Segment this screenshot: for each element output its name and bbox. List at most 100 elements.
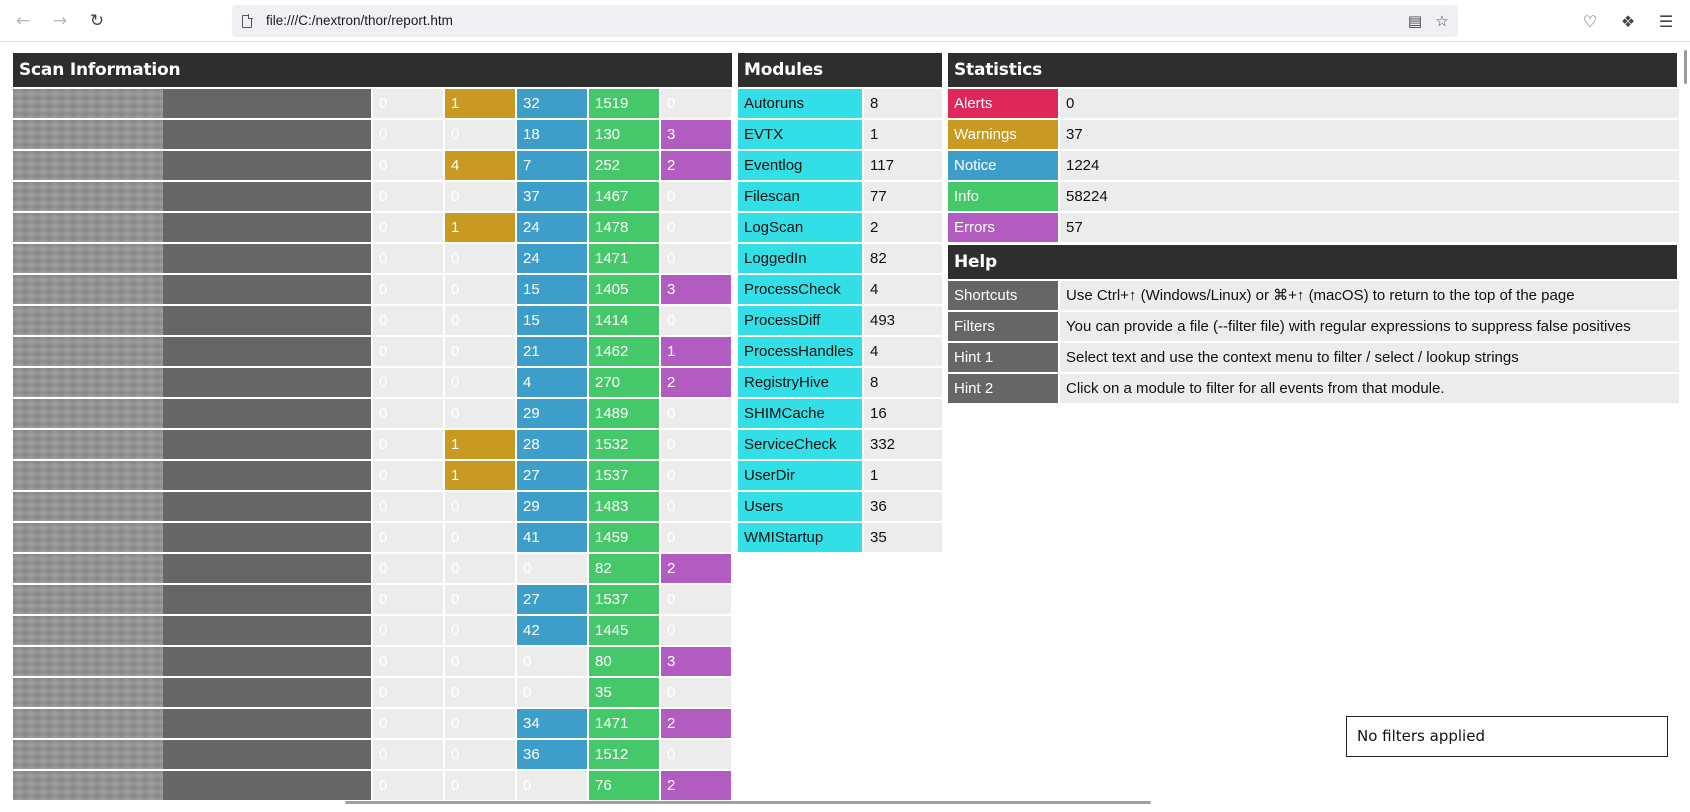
module-row[interactable]: Filescan 77 — [738, 182, 942, 211]
scan-warnings-count[interactable]: 0 — [445, 678, 515, 707]
reader-view-icon[interactable]: ▤ — [1404, 11, 1426, 31]
scan-row[interactable]: 0 0 34 1471 2 — [13, 709, 731, 738]
host-name-redacted[interactable] — [13, 368, 371, 397]
scan-infos-count[interactable]: 1405 — [589, 275, 659, 304]
hamburger-menu-icon[interactable]: ☰ — [1653, 9, 1679, 33]
scan-alerts-count[interactable]: 0 — [373, 89, 443, 118]
scan-notices-count[interactable]: 0 — [517, 771, 587, 800]
module-name[interactable]: WMIStartup — [738, 523, 862, 552]
scan-notices-count[interactable]: 28 — [517, 430, 587, 459]
host-name-redacted[interactable] — [13, 213, 371, 242]
scan-errors-count[interactable]: 0 — [661, 182, 731, 211]
scan-notices-count[interactable]: 27 — [517, 461, 587, 490]
scan-infos-count[interactable]: 1471 — [589, 244, 659, 273]
pocket-icon[interactable]: ♡ — [1577, 9, 1603, 33]
host-name-redacted[interactable] — [13, 616, 371, 645]
module-row[interactable]: LogScan 2 — [738, 213, 942, 242]
scan-row[interactable]: 0 0 18 130 3 — [13, 120, 731, 149]
scan-alerts-count[interactable]: 0 — [373, 740, 443, 769]
scan-errors-count[interactable]: 0 — [661, 616, 731, 645]
scan-row[interactable]: 0 0 37 1467 0 — [13, 182, 731, 211]
scan-warnings-count[interactable]: 0 — [445, 120, 515, 149]
module-row[interactable]: ProcessHandles 4 — [738, 337, 942, 366]
scan-notices-count[interactable]: 36 — [517, 740, 587, 769]
scan-errors-count[interactable]: 2 — [661, 151, 731, 180]
host-name-redacted[interactable] — [13, 151, 371, 180]
module-name[interactable]: SHIMCache — [738, 399, 862, 428]
module-row[interactable]: ProcessCheck 4 — [738, 275, 942, 304]
scan-row[interactable]: 0 0 0 80 3 — [13, 647, 731, 676]
scan-warnings-count[interactable]: 0 — [445, 709, 515, 738]
scan-warnings-count[interactable]: 0 — [445, 554, 515, 583]
scan-errors-count[interactable]: 0 — [661, 523, 731, 552]
host-name-redacted[interactable] — [13, 337, 371, 366]
module-name[interactable]: Autoruns — [738, 89, 862, 118]
module-row[interactable]: Users 36 — [738, 492, 942, 521]
scan-row[interactable]: 0 4 7 252 2 — [13, 151, 731, 180]
star-icon[interactable]: ☆ — [1431, 11, 1453, 31]
host-name-redacted[interactable] — [13, 678, 371, 707]
scan-infos-count[interactable]: 80 — [589, 647, 659, 676]
scan-warnings-count[interactable]: 0 — [445, 182, 515, 211]
host-name-redacted[interactable] — [13, 244, 371, 273]
vertical-scrollbar[interactable] — [1684, 50, 1687, 84]
scan-row[interactable]: 0 0 0 76 2 — [13, 771, 731, 800]
host-name-redacted[interactable] — [13, 709, 371, 738]
scan-alerts-count[interactable]: 0 — [373, 275, 443, 304]
module-row[interactable]: UserDir 1 — [738, 461, 942, 490]
scan-row[interactable]: 0 0 27 1537 0 — [13, 585, 731, 614]
scan-infos-count[interactable]: 1467 — [589, 182, 659, 211]
scan-notices-count[interactable]: 7 — [517, 151, 587, 180]
scan-infos-count[interactable]: 1519 — [589, 89, 659, 118]
scan-infos-count[interactable]: 1537 — [589, 461, 659, 490]
scan-row[interactable]: 0 1 32 1519 0 — [13, 89, 731, 118]
scan-warnings-count[interactable]: 0 — [445, 740, 515, 769]
scan-notices-count[interactable]: 42 — [517, 616, 587, 645]
scan-warnings-count[interactable]: 0 — [445, 585, 515, 614]
scan-row[interactable]: 0 0 41 1459 0 — [13, 523, 731, 552]
scan-errors-count[interactable]: 3 — [661, 120, 731, 149]
host-name-redacted[interactable] — [13, 182, 371, 211]
scan-errors-count[interactable]: 0 — [661, 306, 731, 335]
scan-notices-count[interactable]: 24 — [517, 213, 587, 242]
scan-infos-count[interactable]: 1483 — [589, 492, 659, 521]
module-name[interactable]: Users — [738, 492, 862, 521]
scan-row[interactable]: 0 0 4 270 2 — [13, 368, 731, 397]
scan-notices-count[interactable]: 0 — [517, 647, 587, 676]
scan-warnings-count[interactable]: 0 — [445, 399, 515, 428]
scan-errors-count[interactable]: 3 — [661, 275, 731, 304]
url-text[interactable]: file:///C:/nextron/thor/report.htm — [266, 5, 453, 37]
scan-row[interactable]: 0 0 15 1405 3 — [13, 275, 731, 304]
scan-row[interactable]: 0 0 0 35 0 — [13, 678, 731, 707]
scan-row[interactable]: 0 0 42 1445 0 — [13, 616, 731, 645]
scan-infos-count[interactable]: 1414 — [589, 306, 659, 335]
module-row[interactable]: WMIStartup 35 — [738, 523, 942, 552]
scan-infos-count[interactable]: 35 — [589, 678, 659, 707]
scan-notices-count[interactable]: 21 — [517, 337, 587, 366]
scan-notices-count[interactable]: 15 — [517, 306, 587, 335]
scan-alerts-count[interactable]: 0 — [373, 771, 443, 800]
scan-errors-count[interactable]: 2 — [661, 554, 731, 583]
host-name-redacted[interactable] — [13, 430, 371, 459]
scan-row[interactable]: 0 0 24 1471 0 — [13, 244, 731, 273]
host-name-redacted[interactable] — [13, 306, 371, 335]
host-name-redacted[interactable] — [13, 585, 371, 614]
scan-notices-count[interactable]: 15 — [517, 275, 587, 304]
scan-warnings-count[interactable]: 0 — [445, 368, 515, 397]
scan-warnings-count[interactable]: 1 — [445, 430, 515, 459]
scan-infos-count[interactable]: 82 — [589, 554, 659, 583]
scan-errors-count[interactable]: 0 — [661, 678, 731, 707]
host-name-redacted[interactable] — [13, 275, 371, 304]
scan-infos-count[interactable]: 1489 — [589, 399, 659, 428]
scan-infos-count[interactable]: 130 — [589, 120, 659, 149]
module-row[interactable]: RegistryHive 8 — [738, 368, 942, 397]
scan-errors-count[interactable]: 2 — [661, 368, 731, 397]
module-name[interactable]: LogScan — [738, 213, 862, 242]
scan-errors-count[interactable]: 0 — [661, 399, 731, 428]
module-name[interactable]: EVTX — [738, 120, 862, 149]
module-row[interactable]: LoggedIn 82 — [738, 244, 942, 273]
scan-warnings-count[interactable]: 0 — [445, 771, 515, 800]
scan-warnings-count[interactable]: 1 — [445, 461, 515, 490]
scan-infos-count[interactable]: 1532 — [589, 430, 659, 459]
scan-alerts-count[interactable]: 0 — [373, 709, 443, 738]
